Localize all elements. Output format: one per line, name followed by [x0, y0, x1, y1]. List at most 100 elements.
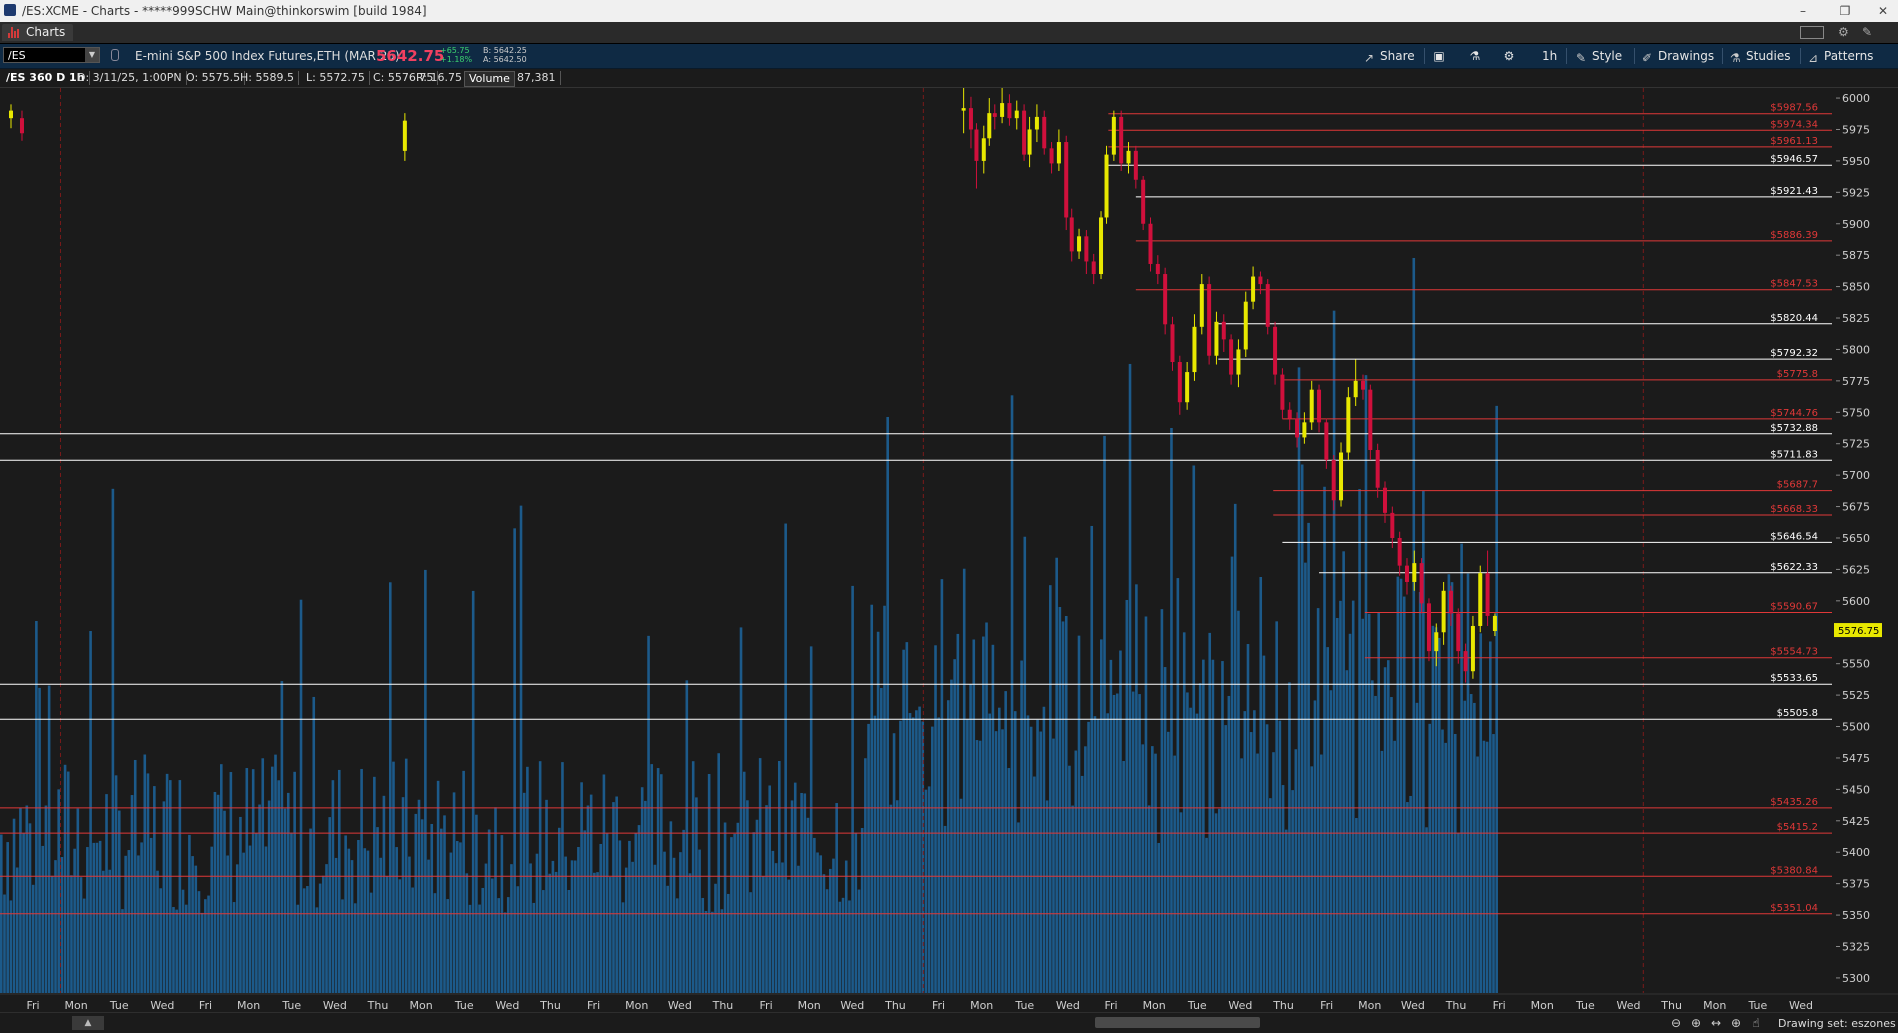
- volume-bar: [943, 825, 947, 993]
- volume-bar: [73, 848, 76, 993]
- volume-bar: [755, 819, 759, 993]
- time-tick-label: Wed: [495, 999, 519, 1012]
- symbol-input[interactable]: /ES ▼: [3, 47, 100, 63]
- volume-bar: [462, 770, 465, 993]
- candle-body: [1192, 326, 1197, 373]
- volume-bar: [557, 827, 561, 993]
- time-tick-label: Tue: [109, 999, 129, 1012]
- volume-bar: [1084, 746, 1087, 993]
- volume-bar: [1412, 257, 1416, 993]
- volume-bar: [9, 900, 13, 993]
- volume-bar: [296, 904, 300, 993]
- zoom-out-icon[interactable]: ⊖: [1668, 1015, 1684, 1031]
- layout-box-icon[interactable]: [1800, 26, 1824, 39]
- volume-bar: [704, 910, 708, 993]
- candle-body: [1397, 537, 1402, 566]
- volume-bar: [577, 846, 580, 993]
- volume-bar: [1495, 405, 1498, 993]
- volume-bar: [660, 774, 663, 993]
- volume-bar: [1351, 600, 1355, 993]
- volume-bar: [1007, 768, 1011, 993]
- style-button[interactable]: ✎ Style: [1574, 47, 1622, 65]
- layout-icon[interactable]: ▣: [1430, 47, 1448, 65]
- volume-bar: [89, 631, 92, 993]
- volume-bar: [376, 827, 379, 993]
- link-icon[interactable]: [111, 49, 119, 61]
- volume-bar: [232, 902, 236, 993]
- volume-bar: [1460, 543, 1463, 993]
- maximize-button[interactable]: ❐: [1830, 2, 1860, 20]
- volume-bar: [337, 769, 341, 993]
- volume-bar: [886, 416, 889, 994]
- zoom-in-icon[interactable]: ⊕: [1688, 1015, 1704, 1031]
- price-level-label: $5415.2: [1777, 822, 1818, 833]
- volume-bar: [1473, 702, 1476, 993]
- time-tick-label: Mon: [237, 999, 260, 1012]
- time-tick-label: Thu: [1445, 999, 1467, 1012]
- volume-bar: [675, 898, 679, 993]
- candle-body: [1295, 418, 1300, 438]
- volume-bar: [1469, 694, 1473, 993]
- volume-bar: [1275, 621, 1278, 993]
- studies-button[interactable]: ⚗ Studies: [1728, 47, 1791, 65]
- volume-bar: [140, 842, 143, 993]
- close-button[interactable]: ✕: [1868, 2, 1898, 20]
- volume-bar: [28, 823, 32, 993]
- volume-bar: [264, 846, 268, 993]
- volume-bar: [771, 850, 775, 993]
- volume-bar: [1386, 660, 1390, 993]
- volume-bar: [1087, 721, 1090, 993]
- volume-bar: [969, 684, 972, 993]
- candle-body: [1434, 632, 1439, 652]
- collapse-panel-button[interactable]: ▲: [72, 1016, 104, 1030]
- volume-bar: [679, 852, 682, 993]
- pin-icon[interactable]: ✎: [1862, 25, 1872, 39]
- volume-study-label[interactable]: Volume: [464, 71, 515, 87]
- pan-icon[interactable]: ↔: [1708, 1015, 1724, 1031]
- patterns-button[interactable]: ⊿ Patterns: [1806, 47, 1873, 65]
- volume-bar: [334, 857, 338, 993]
- volume-bar: [822, 874, 826, 993]
- volume-bar: [1100, 639, 1103, 993]
- volume-bar: [497, 898, 500, 993]
- volume-bar: [35, 621, 38, 993]
- volume-bar: [1281, 785, 1285, 993]
- volume-bar: [516, 886, 520, 993]
- price-tick-label: 5825: [1842, 312, 1870, 325]
- price-level-label: $5590.67: [1770, 602, 1818, 613]
- volume-bar: [1262, 655, 1266, 993]
- volume-bar: [666, 885, 669, 993]
- volume-bar: [1402, 596, 1406, 993]
- volume-bar: [481, 887, 485, 993]
- volume-bar: [991, 644, 995, 993]
- volume-bar: [997, 707, 1001, 993]
- drawings-button[interactable]: ✐ Drawings: [1640, 47, 1714, 65]
- share-button[interactable]: ↗ Share: [1362, 47, 1415, 65]
- volume-bar: [401, 797, 405, 993]
- volume-bar: [127, 850, 131, 993]
- crosshair-icon[interactable]: ⊕: [1728, 1015, 1744, 1031]
- time-tick-label: Wed: [1401, 999, 1425, 1012]
- gear-icon[interactable]: ⚙: [1500, 47, 1518, 65]
- minimize-button[interactable]: –: [1788, 2, 1818, 20]
- volume-bar: [102, 870, 105, 993]
- price-chart[interactable]: $5987.56 $5974.34 $5961.13 $5946.57 $5921.43…: [0, 88, 1898, 1012]
- volume-bar: [538, 761, 542, 993]
- volume-bar: [554, 871, 558, 993]
- horizontal-scrollbar[interactable]: [1095, 1017, 1260, 1028]
- price-level-label: $5921.43: [1770, 186, 1818, 197]
- volume-bar: [322, 875, 325, 993]
- tab-charts[interactable]: Charts: [2, 24, 74, 41]
- candle-body: [1463, 651, 1468, 672]
- volume-bar: [927, 786, 931, 993]
- volume-bar: [532, 902, 536, 993]
- flask-icon[interactable]: ⚗: [1466, 47, 1484, 65]
- symbol-dropdown-icon[interactable]: ▼: [85, 48, 99, 62]
- volume-bar: [793, 782, 797, 993]
- timeframe-button[interactable]: 1h: [1524, 47, 1557, 65]
- price-change: +65.75 +1.18%: [440, 46, 472, 64]
- volume-bar: [503, 912, 507, 993]
- settings-gear-icon[interactable]: ⚙: [1838, 25, 1849, 39]
- candle-body: [1049, 148, 1054, 164]
- hand-icon[interactable]: ☝: [1748, 1015, 1764, 1031]
